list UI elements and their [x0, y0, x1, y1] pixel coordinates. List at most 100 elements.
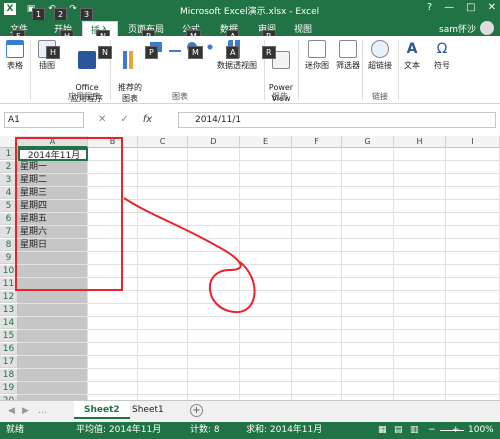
- cell-a19[interactable]: [18, 382, 88, 395]
- symbol-button[interactable]: Ω 符号: [432, 40, 452, 71]
- cell-f2[interactable]: [292, 161, 342, 174]
- cell-f11[interactable]: [292, 278, 342, 291]
- cell-d14[interactable]: [188, 317, 240, 330]
- cell-d7[interactable]: [188, 226, 240, 239]
- cell-e3[interactable]: [240, 174, 292, 187]
- text-button[interactable]: A 文本: [402, 40, 422, 71]
- cell-d12[interactable]: [188, 291, 240, 304]
- cell-a18[interactable]: [18, 369, 88, 382]
- cell-d4[interactable]: [188, 187, 240, 200]
- cell-i2[interactable]: [446, 161, 500, 174]
- cell-b1[interactable]: [88, 148, 138, 161]
- cell-f1[interactable]: [292, 148, 342, 161]
- cell-f12[interactable]: [292, 291, 342, 304]
- cell-g7[interactable]: [342, 226, 394, 239]
- sheet-tab-sheet1[interactable]: Sheet1: [122, 401, 174, 419]
- cell-a15[interactable]: [18, 330, 88, 343]
- cell-e1[interactable]: [240, 148, 292, 161]
- column-header-b[interactable]: B: [88, 136, 138, 148]
- cell-c12[interactable]: [138, 291, 188, 304]
- cell-i4[interactable]: [446, 187, 500, 200]
- column-header-h[interactable]: H: [394, 136, 446, 148]
- cell-a14[interactable]: [18, 317, 88, 330]
- cell-b11[interactable]: [88, 278, 138, 291]
- cell-h3[interactable]: [394, 174, 446, 187]
- cell-e6[interactable]: [240, 213, 292, 226]
- cell-c2[interactable]: [138, 161, 188, 174]
- cell-b9[interactable]: [88, 252, 138, 265]
- cell-a8[interactable]: 星期日: [18, 239, 88, 252]
- add-sheet-button[interactable]: +: [190, 404, 203, 417]
- cell-h10[interactable]: [394, 265, 446, 278]
- cell-i17[interactable]: [446, 356, 500, 369]
- enter-button[interactable]: ✓: [120, 114, 128, 125]
- excel-logo-icon[interactable]: X: [4, 3, 16, 15]
- row-header-17[interactable]: 17: [0, 356, 18, 368]
- row-header-7[interactable]: 7: [0, 226, 18, 238]
- cell-d17[interactable]: [188, 356, 240, 369]
- cell-f19[interactable]: [292, 382, 342, 395]
- filters-button[interactable]: 筛选器: [334, 40, 362, 71]
- cell-b2[interactable]: [88, 161, 138, 174]
- cell-b18[interactable]: [88, 369, 138, 382]
- cell-c3[interactable]: [138, 174, 188, 187]
- cell-e15[interactable]: [240, 330, 292, 343]
- row-header-6[interactable]: 6: [0, 213, 18, 225]
- cell-a11[interactable]: [18, 278, 88, 291]
- cell-a6[interactable]: 星期五: [18, 213, 88, 226]
- view-page-layout-icon[interactable]: ▤: [394, 422, 403, 439]
- zoom-out-button[interactable]: −: [428, 422, 436, 439]
- cell-f15[interactable]: [292, 330, 342, 343]
- cell-g12[interactable]: [342, 291, 394, 304]
- cell-c7[interactable]: [138, 226, 188, 239]
- cell-b10[interactable]: [88, 265, 138, 278]
- cell-a12[interactable]: [18, 291, 88, 304]
- cell-h17[interactable]: [394, 356, 446, 369]
- cell-f9[interactable]: [292, 252, 342, 265]
- row-header-5[interactable]: 5: [0, 200, 18, 212]
- zoom-level[interactable]: 100%: [468, 422, 494, 439]
- cell-h11[interactable]: [394, 278, 446, 291]
- cell-b7[interactable]: [88, 226, 138, 239]
- cancel-entry-button[interactable]: ✕: [98, 114, 106, 125]
- user-name[interactable]: sam怀沙: [439, 22, 476, 35]
- cell-b8[interactable]: [88, 239, 138, 252]
- sheet-nav-next-icon[interactable]: ▶: [22, 406, 29, 416]
- cell-d8[interactable]: [188, 239, 240, 252]
- cell-g18[interactable]: [342, 369, 394, 382]
- cell-f7[interactable]: [292, 226, 342, 239]
- cell-c6[interactable]: [138, 213, 188, 226]
- row-header-8[interactable]: 8: [0, 239, 18, 251]
- cell-f18[interactable]: [292, 369, 342, 382]
- row-header-12[interactable]: 12: [0, 291, 18, 303]
- cell-c16[interactable]: [138, 343, 188, 356]
- row-header-2[interactable]: 2: [0, 161, 18, 173]
- cell-b6[interactable]: [88, 213, 138, 226]
- cell-e7[interactable]: [240, 226, 292, 239]
- cell-e5[interactable]: [240, 200, 292, 213]
- cell-e18[interactable]: [240, 369, 292, 382]
- cell-g8[interactable]: [342, 239, 394, 252]
- cell-h14[interactable]: [394, 317, 446, 330]
- cell-f17[interactable]: [292, 356, 342, 369]
- cell-h7[interactable]: [394, 226, 446, 239]
- sheet-nav-prev-icon[interactable]: ◀: [8, 406, 15, 416]
- cell-f3[interactable]: [292, 174, 342, 187]
- cell-c1[interactable]: [138, 148, 188, 161]
- row-header-11[interactable]: 11: [0, 278, 18, 290]
- cell-c15[interactable]: [138, 330, 188, 343]
- cell-h13[interactable]: [394, 304, 446, 317]
- row-header-19[interactable]: 19: [0, 382, 18, 394]
- cell-d18[interactable]: [188, 369, 240, 382]
- cell-d3[interactable]: [188, 174, 240, 187]
- cell-g5[interactable]: [342, 200, 394, 213]
- cell-a13[interactable]: [18, 304, 88, 317]
- cell-e2[interactable]: [240, 161, 292, 174]
- cell-g4[interactable]: [342, 187, 394, 200]
- cell-i3[interactable]: [446, 174, 500, 187]
- cell-c9[interactable]: [138, 252, 188, 265]
- cell-d11[interactable]: [188, 278, 240, 291]
- cell-d10[interactable]: [188, 265, 240, 278]
- cell-h9[interactable]: [394, 252, 446, 265]
- cell-i19[interactable]: [446, 382, 500, 395]
